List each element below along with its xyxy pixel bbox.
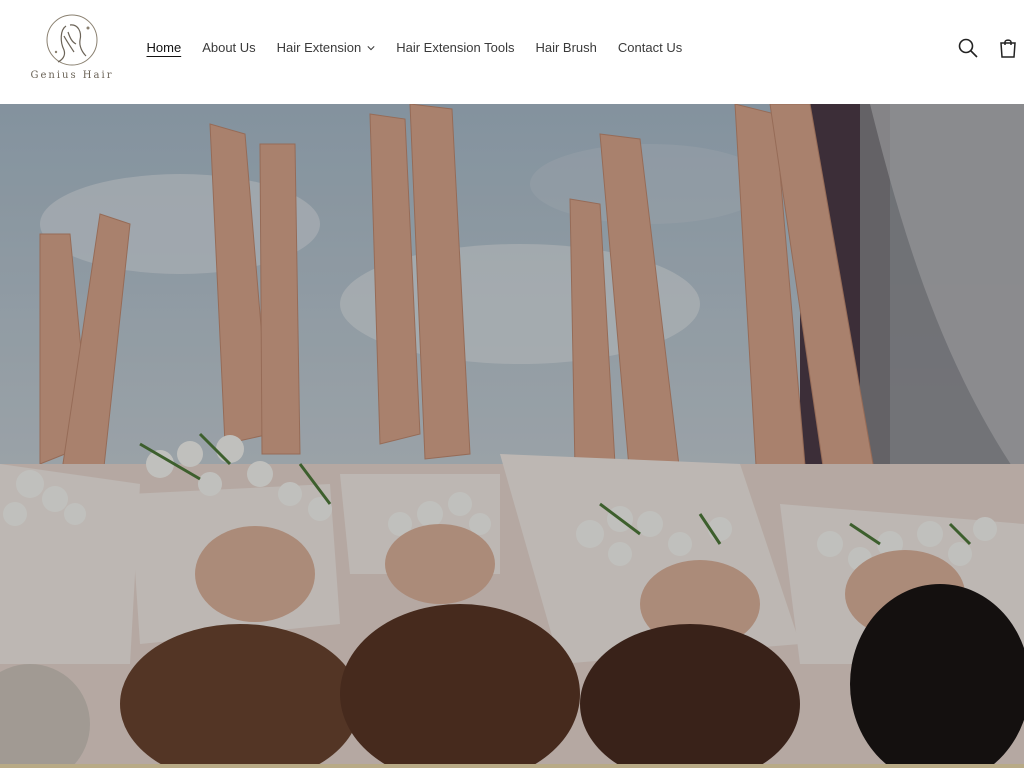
section-divider [0,764,1024,768]
chevron-down-icon [367,46,375,51]
woman-silhouette-icon [46,14,98,66]
hero-overlay [0,104,1024,764]
nav-item-hair-brush[interactable]: Hair Brush [525,38,607,58]
nav-item-hair-extension-tools[interactable]: Hair Extension Tools [386,38,525,58]
nav-label: Hair Extension Tools [396,40,515,55]
brand-logo[interactable]: Genius Hair [28,12,116,86]
nav-label: About Us [202,40,256,55]
site-header: Genius Hair Home About Us Hair Extension… [0,0,1024,104]
nav-label: Hair Extension [276,40,362,55]
nav-item-contact-us[interactable]: Contact Us [607,38,692,58]
search-icon[interactable] [956,36,980,60]
nav-label: Home [146,40,182,55]
nav-label: Contact Us [617,40,683,55]
nav-item-about-us[interactable]: About Us [192,38,266,58]
main-nav: Home About Us Hair Extension Hair Extens… [136,38,693,58]
nav-label: Hair Brush [535,40,597,55]
nav-item-home[interactable]: Home [136,38,192,58]
cart-icon[interactable] [996,36,1020,60]
hero-banner[interactable] [0,104,1024,764]
nav-item-hair-extension[interactable]: Hair Extension [266,38,386,58]
brand-name: Genius Hair [30,70,114,81]
